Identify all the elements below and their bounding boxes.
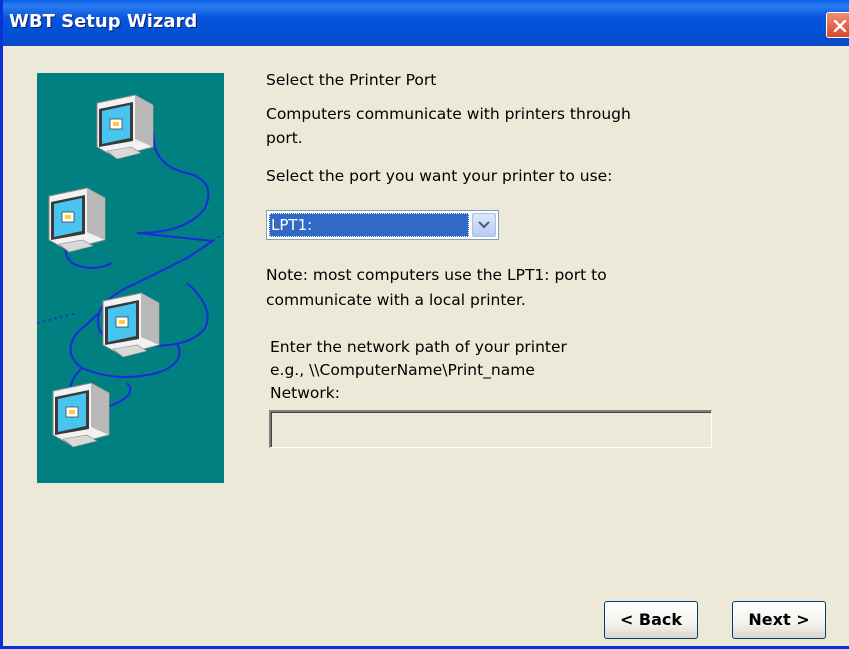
network-label: Network:	[270, 384, 340, 402]
networked-computers-illustration	[36, 73, 225, 483]
title-bar[interactable]: WBT Setup Wizard	[3, 0, 849, 46]
network-path-input[interactable]	[269, 410, 712, 448]
note-line-2: communicate with a local printer.	[266, 291, 526, 309]
network-hint-line-2: e.g., \\ComputerName\Print_name	[270, 361, 535, 379]
description-line-1: Computers communicate with printers thro…	[266, 105, 631, 123]
back-button[interactable]: < Back	[604, 601, 698, 639]
window-title: WBT Setup Wizard	[9, 11, 198, 32]
dropdown-button[interactable]	[472, 213, 496, 237]
note-line-1: Note: most computers use the LPT1: port …	[266, 266, 607, 284]
network-hint-line-1: Enter the network path of your printer	[270, 338, 567, 356]
close-icon	[833, 19, 847, 33]
description-line-2: port.	[266, 129, 303, 147]
port-select-value: LPT1:	[269, 213, 469, 237]
wizard-window: WBT Setup Wizard Select the Printer Port…	[0, 0, 849, 649]
chevron-down-icon	[478, 221, 490, 229]
page-heading: Select the Printer Port	[266, 71, 437, 89]
next-button[interactable]: Next >	[732, 601, 826, 639]
close-button[interactable]	[826, 12, 849, 38]
port-select-prompt: Select the port you want your printer to…	[266, 167, 613, 185]
port-select[interactable]: LPT1:	[266, 210, 499, 240]
